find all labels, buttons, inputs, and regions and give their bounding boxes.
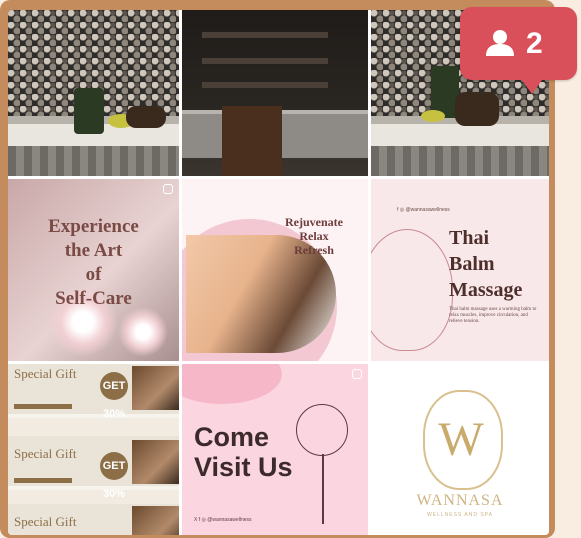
brand-subtitle: WELLNESS AND SPA xyxy=(427,512,493,518)
flower-stem xyxy=(322,454,324,524)
discount-badge: GET 30% OFF xyxy=(100,372,128,448)
gift-photo xyxy=(132,440,179,484)
social-handle: X f ◎ @wannasawellness xyxy=(194,517,252,523)
blossom xyxy=(118,307,168,357)
bed-runner xyxy=(222,106,282,176)
grid-post-visit-us[interactable]: Come Visit Us X f ◎ @wannasawellness xyxy=(182,364,368,535)
flower-line-art xyxy=(296,404,348,456)
jar xyxy=(74,88,104,134)
grid-post-rejuvenate[interactable]: Rejuvenate Relax Refresh xyxy=(182,179,368,361)
discount-badge: GET 30% OFF xyxy=(100,452,128,528)
logo-monogram: W xyxy=(438,413,484,466)
gift-strip xyxy=(14,404,72,409)
user-icon xyxy=(486,30,514,56)
social-handle: f ◎ @wannasawellness xyxy=(397,207,450,213)
shelf xyxy=(202,82,328,88)
reel-icon xyxy=(163,184,173,194)
promo-description: Thai balm massage uses a warming balm to… xyxy=(449,307,537,324)
gift-photo xyxy=(132,366,179,410)
bowl xyxy=(421,110,445,122)
rolled-towel xyxy=(126,106,166,128)
promo-title: Come Visit Us xyxy=(194,422,293,482)
promo-title: Rejuvenate Relax Refresh xyxy=(285,215,343,257)
grid-post-thai-balm[interactable]: f ◎ @wannasawellness Thai Balm Massage T… xyxy=(371,179,549,361)
promo-title: Experience the Art of Self-Care xyxy=(48,216,139,309)
rolled-towel xyxy=(455,92,499,126)
promo-title: Thai Balm Massage xyxy=(449,227,523,301)
grid-post-spa-room-2[interactable] xyxy=(182,10,368,176)
follower-notification-badge[interactable]: 2 xyxy=(460,7,577,94)
image-grid: Experience the Art of Self-Care Rejuvena… xyxy=(8,10,549,535)
brand-name: WANNASA xyxy=(416,492,504,509)
grid-post-special-gift[interactable]: Special Gift GET 30% OFF Special Gift GE… xyxy=(8,364,179,535)
gift-title: Special Gift xyxy=(14,446,77,461)
shelf xyxy=(202,32,328,38)
gift-title: Special Gift xyxy=(14,514,77,529)
gift-photo xyxy=(132,506,179,535)
grid-post-logo[interactable]: W WANNASA WELLNESS AND SPA xyxy=(371,364,549,535)
reel-icon xyxy=(352,369,362,379)
grid-post-spa-room-1[interactable] xyxy=(8,10,179,176)
grid-post-self-care[interactable]: Experience the Art of Self-Care xyxy=(8,179,179,361)
gift-title: Special Gift xyxy=(14,366,77,381)
shelf xyxy=(202,58,328,64)
gift-strip xyxy=(14,478,72,483)
notification-count: 2 xyxy=(526,27,543,60)
